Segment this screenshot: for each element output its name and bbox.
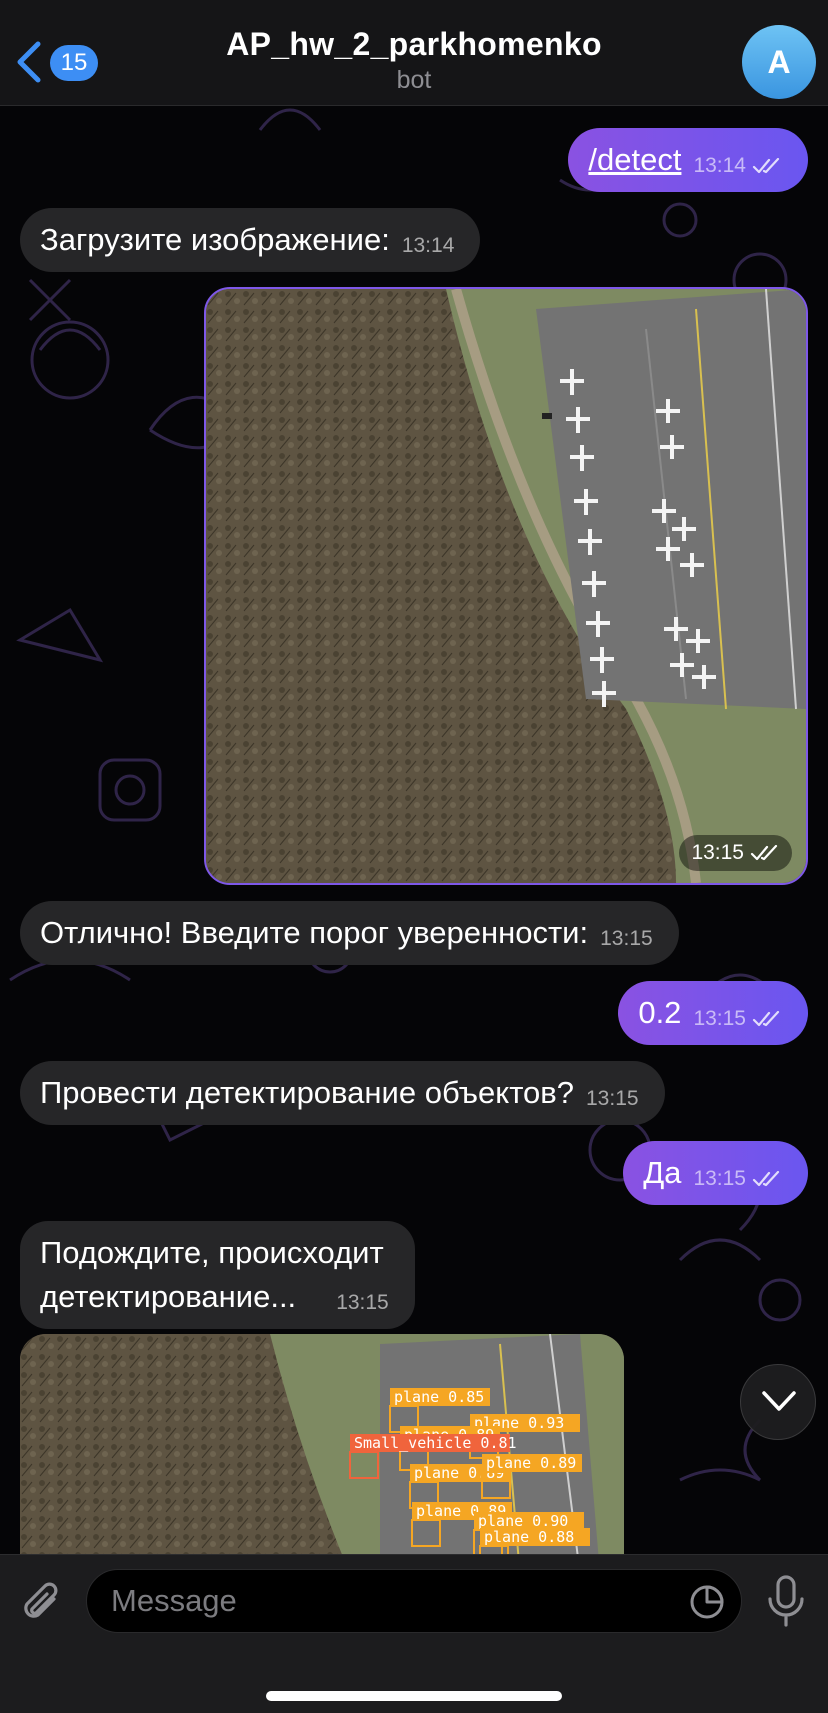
message-time: 13:15 bbox=[691, 841, 744, 864]
message-time: 13:14 bbox=[693, 154, 746, 177]
outgoing-photo[interactable]: 13:15 bbox=[204, 287, 808, 885]
message-time: 13:15 bbox=[693, 1007, 746, 1030]
detection-label: plane 0.89 bbox=[486, 1454, 576, 1472]
aerial-photo bbox=[206, 289, 806, 883]
message-incoming[interactable]: Загрузите изображение: 13:14 bbox=[20, 208, 481, 272]
double-check-icon bbox=[752, 1171, 780, 1187]
message-time: 13:15 bbox=[586, 1087, 639, 1110]
detection-label: Small_vehicle 0.81 bbox=[354, 1434, 517, 1452]
chat-subtitle: bot bbox=[396, 66, 432, 94]
message-list[interactable]: /detect 13:14 Загрузите изображение: 13:… bbox=[0, 106, 828, 1554]
detection-image: plane 0.85plane 0.93plane 0.89Small_vehi… bbox=[20, 1334, 624, 1554]
incoming-detection-photo[interactable]: plane 0.85plane 0.93plane 0.89Small_vehi… bbox=[20, 1334, 624, 1554]
message-text-line: Подождите, происходит bbox=[40, 1235, 384, 1270]
message-text: Да bbox=[643, 1155, 682, 1190]
message-outgoing[interactable]: /detect 13:14 bbox=[568, 128, 808, 192]
message-outgoing[interactable]: 0.2 13:15 bbox=[618, 981, 808, 1045]
double-check-icon bbox=[752, 158, 780, 174]
chat-title[interactable]: AP_hw_2_parkhomenko bbox=[0, 26, 828, 63]
double-check-icon bbox=[750, 845, 778, 861]
message-time: 13:15 bbox=[336, 1291, 389, 1314]
message-text: Подождите, происходит детектирование... … bbox=[40, 1231, 389, 1319]
avatar[interactable]: A bbox=[742, 25, 816, 99]
message-incoming[interactable]: Отлично! Введите порог уверенности: 13:1… bbox=[20, 901, 679, 965]
message-incoming[interactable]: Подождите, происходит детектирование... … bbox=[20, 1221, 415, 1329]
message-input[interactable] bbox=[111, 1570, 651, 1632]
message-text: 0.2 bbox=[638, 995, 682, 1030]
detection-label: plane 0.88 bbox=[484, 1528, 574, 1546]
chevron-down-icon bbox=[762, 1391, 796, 1411]
bot-command-link[interactable]: /detect bbox=[588, 138, 681, 182]
chat-header: 15 AP_hw_2_parkhomenko bot A bbox=[0, 0, 828, 106]
message-input-container[interactable] bbox=[86, 1569, 742, 1633]
message-time: 13:14 bbox=[401, 234, 455, 257]
message-text-line: детектирование... bbox=[40, 1279, 297, 1314]
home-indicator bbox=[266, 1691, 562, 1701]
message-text: Загрузите изображение: bbox=[40, 222, 390, 257]
message-composer bbox=[0, 1554, 828, 1713]
message-outgoing[interactable]: Да 13:15 bbox=[623, 1141, 808, 1205]
microphone-icon[interactable] bbox=[766, 1575, 806, 1629]
message-time: 13:15 bbox=[600, 927, 653, 950]
scroll-to-bottom-button[interactable] bbox=[740, 1364, 816, 1440]
message-text: Отлично! Введите порог уверенности: bbox=[40, 915, 589, 950]
paperclip-icon[interactable] bbox=[20, 1579, 64, 1629]
message-time: 13:15 bbox=[693, 1167, 746, 1190]
message-incoming[interactable]: Провести детектирование объектов? 13:15 bbox=[20, 1061, 665, 1125]
sticker-icon[interactable] bbox=[689, 1584, 725, 1620]
detection-label: plane 0.85 bbox=[394, 1388, 484, 1406]
message-text: Провести детектирование объектов? bbox=[40, 1075, 574, 1110]
photo-timestamp: 13:15 bbox=[679, 835, 792, 871]
double-check-icon bbox=[752, 1011, 780, 1027]
